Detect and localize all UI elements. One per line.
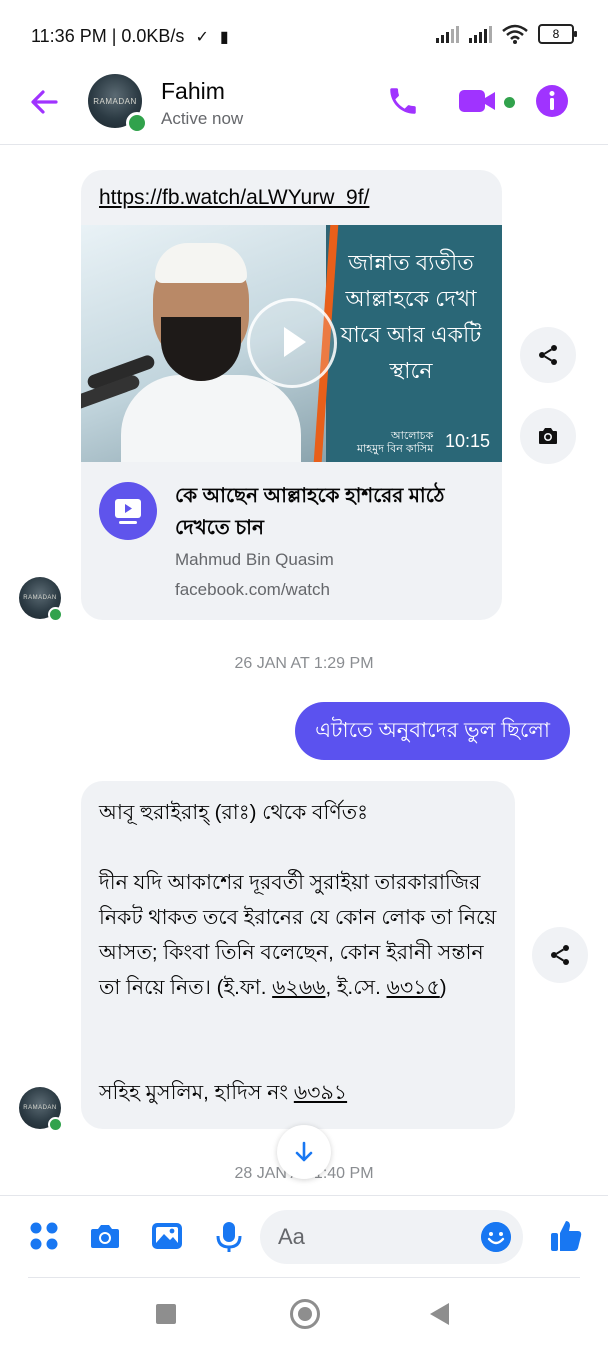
battery-saver-icon: ▮ <box>219 29 229 46</box>
link-author: Mahmud Bin Quasim <box>175 550 334 569</box>
thumbnail-speaker: আলোচক মাহমুদ বিন কাসিম <box>357 430 434 455</box>
message-timestamp: 26 JAN AT 1:29 PM <box>234 655 374 672</box>
play-icon[interactable] <box>247 298 337 388</box>
status-icons: 8 <box>436 24 577 44</box>
thumbnail-figure-cap <box>155 243 247 283</box>
home-button[interactable] <box>290 1299 320 1329</box>
contact-name[interactable]: Fahim <box>161 78 225 105</box>
share-button[interactable] <box>520 327 576 383</box>
hadith-source: সহিহ মুসলিম, হাদিস নং <box>99 1081 294 1104</box>
status-bar: 11:36 PM | 0.0KB/s ✓ ▮ 8 <box>0 0 608 66</box>
status-time-text: 11:36 PM | 0.0KB/s <box>31 26 185 46</box>
back-button[interactable] <box>430 1303 449 1325</box>
hadith-narrator: আবূ হুরাইরাহ্ (রাঃ) থেকে বর্ণিতঃ <box>99 801 369 824</box>
avatar-text: RAMADAN <box>93 96 137 106</box>
scroll-to-bottom-button[interactable] <box>277 1125 331 1179</box>
status-time: 11:36 PM | 0.0KB/s ✓ ▮ <box>31 26 229 47</box>
arrow-down-icon <box>295 1141 313 1162</box>
emoji-icon[interactable] <box>481 1222 511 1252</box>
online-indicator <box>126 112 148 134</box>
message-input-placeholder: Aa <box>278 1224 305 1249</box>
signal-icon-2 <box>469 25 492 43</box>
outgoing-message[interactable]: এটাতে অনুবাদের ভুল ছিলো <box>295 702 570 760</box>
video-thumbnail[interactable]: জান্নাত ব্যতীত আল্লাহকে দেখা যাবে আর একট… <box>81 225 502 462</box>
sender-avatar-text-2: RAMADAN <box>23 1104 57 1111</box>
chat-header: RAMADAN Fahim Active now <box>0 66 608 145</box>
apps-menu-icon[interactable] <box>28 1220 60 1252</box>
active-status: Active now <box>161 109 244 128</box>
link-domain: facebook.com/watch <box>175 580 330 599</box>
battery-icon: 8 <box>538 24 577 44</box>
video-link-icon <box>99 482 157 540</box>
hadith-ref-link-2[interactable]: ৬৩১৫ <box>387 976 440 999</box>
video-call-icon[interactable] <box>458 86 498 116</box>
video-online-dot <box>504 97 515 108</box>
recents-button[interactable] <box>156 1304 176 1324</box>
share-icon <box>539 345 557 365</box>
wifi-icon <box>502 24 528 44</box>
share-icon <box>551 945 569 965</box>
shared-link[interactable]: https://fb.watch/aLWYurw_9f/ <box>99 186 369 210</box>
message-list[interactable]: https://fb.watch/aLWYurw_9f/ জান্নাত ব্য… <box>0 145 608 1195</box>
message-input[interactable]: Aa <box>260 1210 523 1264</box>
download-done-icon: ✓ <box>195 29 209 46</box>
signal-icon <box>436 25 459 43</box>
microphone-icon[interactable] <box>214 1220 244 1254</box>
hadith-text-end: ) <box>439 976 447 999</box>
video-duration: 10:15 <box>444 431 490 451</box>
sender-avatar-text: RAMADAN <box>23 594 57 601</box>
info-icon[interactable] <box>535 84 569 118</box>
gallery-icon[interactable] <box>150 1220 184 1252</box>
sender-online-dot-2 <box>48 1117 63 1132</box>
camera-icon <box>539 428 557 444</box>
thumbnail-caption: জান্নাত ব্যতীত আল্লাহকে দেখা যাবে আর একট… <box>340 250 482 383</box>
camera-icon[interactable] <box>88 1220 122 1252</box>
incoming-message[interactable]: আবূ হুরাইরাহ্ (রাঃ) থেকে বর্ণিতঃ দীন যদি… <box>81 781 515 1129</box>
save-photo-button[interactable] <box>520 408 576 464</box>
incoming-message-text: আবূ হুরাইরাহ্ (রাঃ) থেকে বর্ণিতঃ দীন যদি… <box>99 795 499 1110</box>
hadith-source-link[interactable]: ৬৩৯১ <box>294 1081 347 1104</box>
sender-online-dot <box>48 607 63 622</box>
phone-call-icon[interactable] <box>386 84 420 118</box>
system-nav-bar <box>0 1277 608 1350</box>
nav-divider <box>28 1277 580 1278</box>
share-button-2[interactable] <box>532 927 588 983</box>
message-composer: Aa <box>0 1195 608 1278</box>
hadith-ref-link-1[interactable]: ৬২৬৬ <box>272 976 325 999</box>
link-preview-card[interactable]: https://fb.watch/aLWYurw_9f/ জান্নাত ব্য… <box>81 170 502 620</box>
thumbnail-figure-shirt <box>121 375 301 462</box>
link-title[interactable]: কে আছেন আল্লাহকে হাশরের মাঠে দেখতে চান <box>175 480 475 544</box>
thumbs-up-icon[interactable] <box>549 1218 583 1254</box>
hadith-text-mid: , ই.সে. <box>325 976 387 999</box>
back-arrow-icon[interactable] <box>26 84 62 120</box>
